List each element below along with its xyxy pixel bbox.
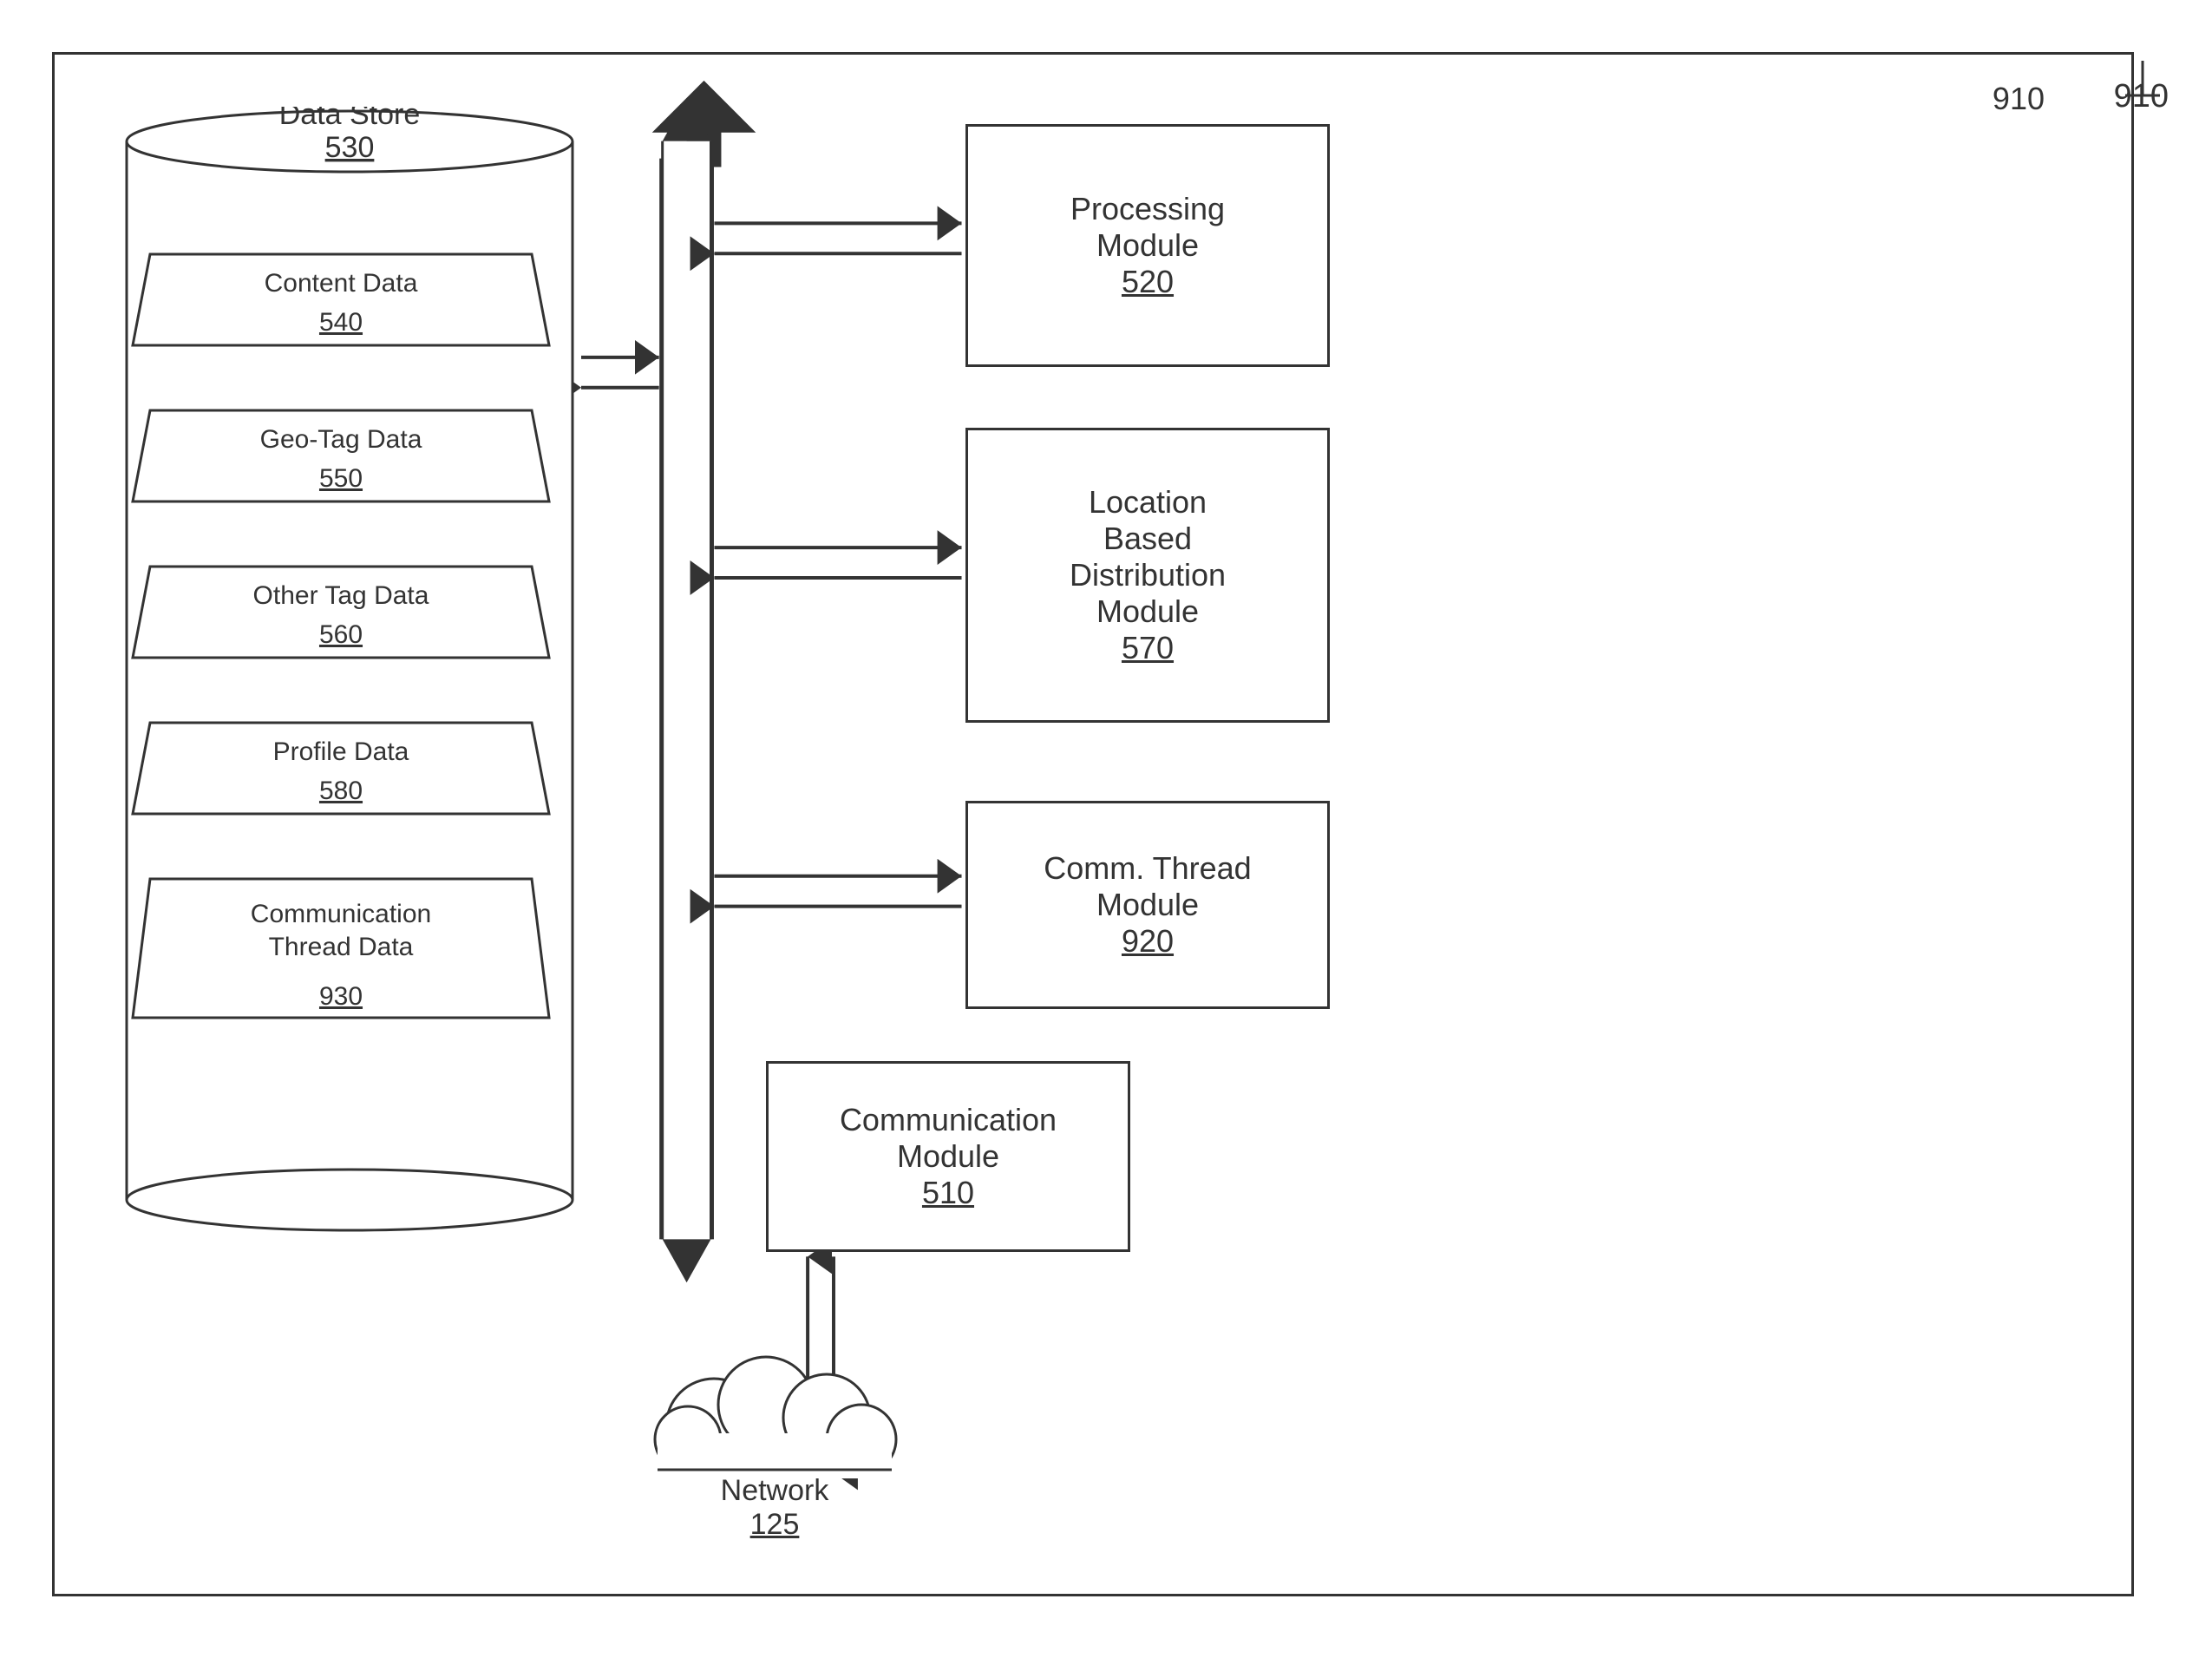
- diagram-container: 910: [52, 52, 2134, 1596]
- svg-text:Communication: Communication: [251, 900, 431, 928]
- svg-text:Profile Data: Profile Data: [273, 737, 409, 766]
- comm-thread-module-label: Comm. ThreadModule: [1044, 850, 1251, 923]
- svg-text:580: 580: [319, 777, 363, 805]
- processing-module-num: 520: [1122, 264, 1174, 300]
- network-container: Network125: [627, 1340, 922, 1542]
- comm-module-num: 510: [922, 1175, 974, 1211]
- processing-module-box: ProcessingModule 520: [965, 124, 1330, 367]
- cylinder-container: Data Store 530 Content Data 540 Geo-Tag …: [124, 107, 575, 1235]
- svg-text:560: 560: [319, 620, 363, 649]
- location-module-box: LocationBasedDistributionModule 570: [965, 428, 1330, 723]
- svg-text:Thread Data: Thread Data: [269, 933, 414, 961]
- location-module-num: 570: [1122, 630, 1174, 666]
- ref-910: 910: [1993, 81, 2045, 117]
- svg-text:530: 530: [325, 131, 375, 164]
- svg-text:550: 550: [319, 464, 363, 493]
- network-label: Network125: [627, 1474, 922, 1542]
- comm-thread-module-box: Comm. ThreadModule 920: [965, 801, 1330, 1009]
- comm-module-label: CommunicationModule: [840, 1102, 1057, 1175]
- svg-text:930: 930: [319, 982, 363, 1011]
- svg-text:Data Store: Data Store: [279, 107, 421, 131]
- svg-text:Content Data: Content Data: [265, 269, 418, 298]
- svg-text:Other Tag Data: Other Tag Data: [253, 581, 429, 610]
- network-num: 125: [750, 1508, 800, 1541]
- processing-module-label: ProcessingModule: [1070, 191, 1225, 264]
- comm-thread-module-num: 920: [1122, 923, 1174, 960]
- location-module-label: LocationBasedDistributionModule: [1070, 484, 1226, 630]
- svg-text:540: 540: [319, 308, 363, 337]
- comm-module-box: CommunicationModule 510: [766, 1061, 1130, 1252]
- svg-text:Geo-Tag Data: Geo-Tag Data: [260, 425, 422, 454]
